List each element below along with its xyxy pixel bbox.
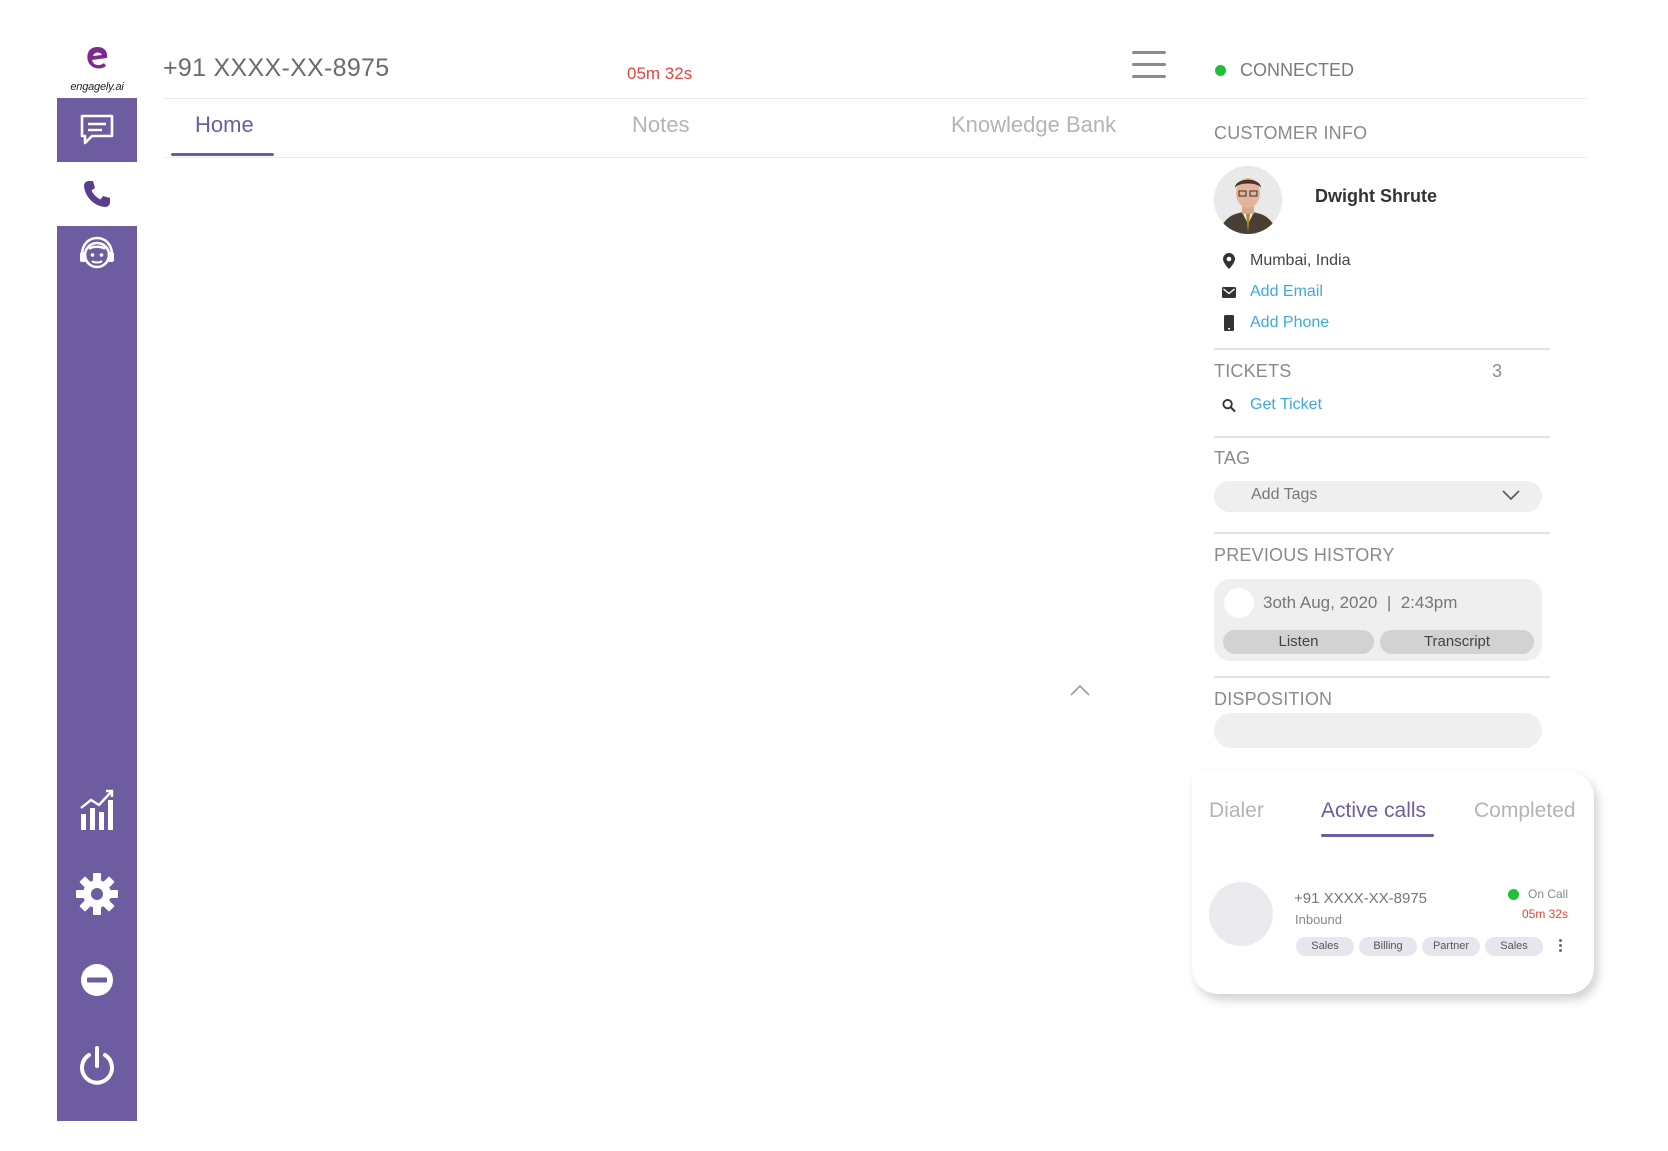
caller-number: +91 XXXX-XX-8975: [163, 54, 390, 82]
tag-title: TAG: [1214, 448, 1251, 468]
add-phone-link[interactable]: Add Phone: [1250, 314, 1329, 332]
nav-settings[interactable]: [57, 862, 137, 926]
location-pin-icon: [1222, 253, 1236, 269]
connection-status-label: CONNECTED: [1240, 60, 1355, 80]
chevron-down-icon: [1502, 490, 1520, 501]
header-divider: [163, 98, 1587, 99]
nav-do-not-disturb[interactable]: [57, 948, 137, 1012]
tickets-count: 3: [1492, 361, 1503, 381]
settings-icon: [76, 873, 118, 915]
connection-status: CONNECTED: [1215, 60, 1354, 81]
do-not-disturb-icon: [81, 964, 113, 996]
divider: [1214, 348, 1550, 350]
add-phone-row[interactable]: Add Phone: [1222, 314, 1329, 332]
nav-agent[interactable]: [57, 222, 137, 286]
tab-knowledge-bank[interactable]: Knowledge Bank: [951, 112, 1116, 138]
call-direction: Inbound: [1295, 912, 1342, 927]
customer-photo: [1214, 166, 1282, 234]
divider: [1214, 436, 1550, 438]
nav-calls[interactable]: [57, 162, 137, 226]
tab-active-calls[interactable]: Active calls: [1321, 799, 1426, 823]
add-email-link[interactable]: Add Email: [1250, 283, 1323, 301]
logo-icon: [87, 47, 108, 69]
tickets-title: TICKETS: [1214, 361, 1292, 381]
mobile-icon: [1222, 315, 1236, 331]
disposition-title: DISPOSITION: [1214, 689, 1333, 709]
caller-avatar: [1209, 882, 1273, 946]
divider: [1214, 532, 1550, 534]
menu-icon[interactable]: [1132, 51, 1166, 81]
tabs-divider: [163, 157, 1587, 158]
nav-chat[interactable]: [57, 98, 137, 162]
chevron-up-icon[interactable]: [1070, 684, 1090, 696]
calls-panel: Dialer Active calls Completed +91 XXXX-X…: [1192, 771, 1594, 994]
phone-icon: [84, 181, 110, 207]
add-email-row[interactable]: Add Email: [1222, 283, 1323, 301]
get-ticket-row[interactable]: Get Ticket: [1222, 396, 1322, 414]
analytics-icon: [80, 789, 114, 830]
active-tab-indicator: [171, 153, 274, 156]
call-tag: Billing: [1359, 937, 1417, 956]
tag-select[interactable]: Add Tags: [1214, 481, 1542, 512]
previous-history-title: PREVIOUS HISTORY: [1214, 545, 1395, 565]
tab-completed[interactable]: Completed: [1474, 799, 1576, 823]
call-timer: 05m 32s: [627, 64, 693, 83]
search-icon: [1222, 397, 1236, 413]
transcript-button[interactable]: Transcript: [1380, 630, 1534, 654]
get-ticket-link[interactable]: Get Ticket: [1250, 396, 1322, 414]
history-avatar: [1224, 588, 1254, 618]
agent-headset-icon: [80, 236, 114, 269]
call-status: On Call: [1508, 887, 1568, 901]
history-entry: 3oth Aug, 2020 | 2:43pm Listen Transcrip…: [1214, 579, 1542, 661]
listen-button[interactable]: Listen: [1223, 630, 1374, 654]
call-tag: Partner: [1422, 937, 1480, 956]
brand-name: engagely.ai: [70, 81, 124, 93]
divider: [1214, 676, 1550, 678]
call-tag: Sales: [1485, 937, 1543, 956]
active-call-timer: 05m 32s: [1522, 907, 1569, 921]
brand-logo: engagely.ai: [57, 40, 137, 98]
status-dot-icon: [1215, 65, 1226, 76]
customer-name: Dwight Shrute: [1315, 186, 1437, 206]
tab-dialer[interactable]: Dialer: [1209, 799, 1264, 823]
chat-icon: [80, 114, 114, 145]
tab-home[interactable]: Home: [195, 112, 254, 138]
location-text: Mumbai, India: [1250, 252, 1351, 269]
mail-icon: [1222, 284, 1236, 300]
history-date: 3oth Aug, 2020 | 2:43pm: [1263, 593, 1458, 612]
avatar: [1214, 166, 1282, 234]
call-status-label: On Call: [1528, 887, 1569, 901]
power-icon: [80, 1046, 114, 1085]
status-dot-icon: [1508, 888, 1519, 900]
nav-logout[interactable]: [57, 1034, 137, 1098]
nav-analytics[interactable]: [57, 778, 137, 842]
active-tab-indicator: [1321, 834, 1434, 837]
tag-placeholder: Add Tags: [1251, 486, 1318, 503]
sidebar: [57, 98, 137, 1121]
customer-info-title: CUSTOMER INFO: [1214, 123, 1368, 143]
customer-location: Mumbai, India: [1222, 252, 1351, 270]
active-call-number[interactable]: +91 XXXX-XX-8975: [1294, 890, 1427, 907]
disposition-select[interactable]: [1214, 713, 1542, 748]
more-options-icon[interactable]: [1559, 939, 1563, 954]
call-tag: Sales: [1296, 937, 1354, 956]
tab-notes[interactable]: Notes: [632, 112, 689, 138]
